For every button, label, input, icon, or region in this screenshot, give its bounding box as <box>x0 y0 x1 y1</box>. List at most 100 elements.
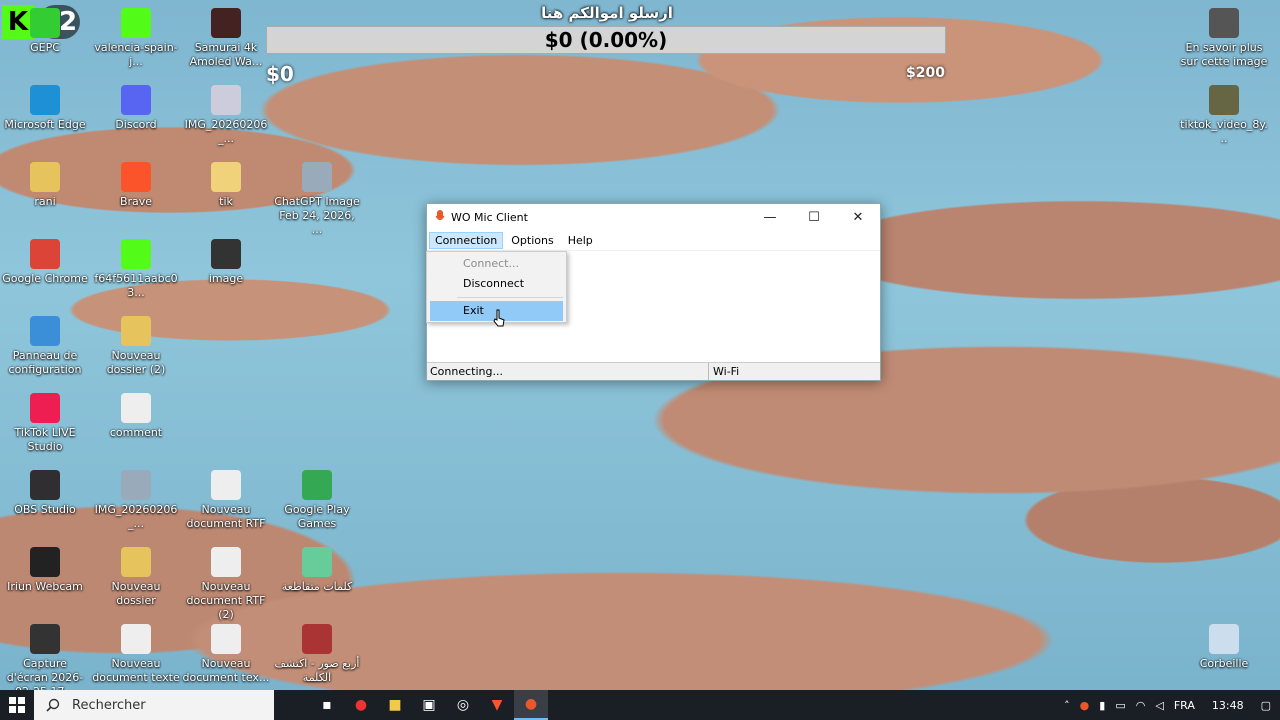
maximize-button[interactable]: ☐ <box>792 204 836 230</box>
taskbar-app-obs[interactable]: ◎ <box>446 690 480 720</box>
desktop-icon-capture[interactable]: Capture d'écran 2026-02-25 17... <box>1 624 89 690</box>
taskbar-app-tidal[interactable]: ▪ <box>310 690 344 720</box>
tray-wo-mic[interactable]: ● <box>1075 690 1095 720</box>
tray-overflow-button[interactable]: ˄ <box>1059 690 1075 720</box>
desktop-icon-rtf-2[interactable]: Nouveau document RTF (2) <box>182 547 270 622</box>
desktop-icon-new-text[interactable]: Nouveau document texte <box>92 624 180 685</box>
desktop-icon-obs[interactable]: OBS Studio <box>1 470 89 517</box>
taskbar-app-store[interactable]: ▣ <box>412 690 446 720</box>
desktop-icon-new-text-2[interactable]: Nouveau document tex... <box>182 624 270 685</box>
desktop-icon-samurai[interactable]: Samurai 4k Amoled Wa... <box>182 8 270 69</box>
kick-icon <box>121 8 151 38</box>
image-file-icon <box>30 624 60 654</box>
file-icon <box>30 162 60 192</box>
menu-connection[interactable]: Connection <box>429 231 504 249</box>
minimize-button[interactable]: — <box>748 204 792 230</box>
speaker-icon: ◁ <box>1155 698 1164 712</box>
desktop-icon-valencia[interactable]: valencia-spain-j... <box>92 8 180 69</box>
desktop-icon-comment[interactable]: comment <box>92 393 180 440</box>
taskbar-app-chrome[interactable]: ● <box>344 690 378 720</box>
desktop-icon-f64f[interactable]: f64f5611aabc03... <box>92 239 180 300</box>
desktop-icon-tiktok-video[interactable]: tiktok_video_8y... <box>1180 85 1268 146</box>
goal-min-label: $0 <box>266 62 294 86</box>
chevron-up-icon: ˄ <box>1064 698 1070 712</box>
microphone-icon <box>435 210 445 221</box>
tray-language[interactable]: FRA <box>1169 690 1200 720</box>
close-button[interactable]: ✕ <box>836 204 880 230</box>
tray-mic[interactable]: ▮ <box>1094 690 1110 720</box>
image-file-icon <box>211 239 241 269</box>
tray-wifi[interactable]: ◠ <box>1131 690 1151 720</box>
discord-icon <box>121 85 151 115</box>
desktop-icon-rtf[interactable]: Nouveau document RTF <box>182 470 270 531</box>
notification-icon: ▢ <box>1260 698 1271 712</box>
mic-icon: ▮ <box>1099 698 1106 712</box>
tray-battery[interactable]: ▭ <box>1110 690 1130 720</box>
desktop-icon-recycle-bin[interactable]: Corbeille <box>1180 624 1268 671</box>
text-file-icon <box>211 624 241 654</box>
taskbar-app-explorer[interactable]: ■ <box>378 690 412 720</box>
desktop-icon-learn-more[interactable]: En savoir plus sur cette image <box>1180 8 1268 69</box>
desktop-icon-tiktok-live[interactable]: TikTok LIVE Studio <box>1 393 89 454</box>
goal-max-label: $200 <box>906 65 945 81</box>
play-games-icon <box>302 470 332 500</box>
obs-icon: ◎ <box>456 697 470 713</box>
text-file-icon <box>121 393 151 423</box>
taskbar-app-brave[interactable]: ▼ <box>480 690 514 720</box>
transport-status: Wi-Fi <box>713 365 740 378</box>
desktop-icon-new-folder[interactable]: Nouveau dossier <box>92 547 180 608</box>
desktop-icon-image[interactable]: image <box>182 239 270 286</box>
control-panel-icon <box>30 316 60 346</box>
desktop-icon-crosswords[interactable]: كلمات متقاطعة <box>273 547 361 594</box>
desktop-icon-control-panel[interactable]: Panneau de configuration <box>1 316 89 377</box>
obs-icon <box>30 470 60 500</box>
desktop-icon-brave[interactable]: Brave <box>92 162 180 209</box>
desktop-icon-new-folder-2[interactable]: Nouveau dossier (2) <box>92 316 180 377</box>
rtf-file-icon <box>211 547 241 577</box>
folder-icon <box>121 547 151 577</box>
text-file-icon <box>121 624 151 654</box>
tidal-icon: ▪ <box>322 697 332 713</box>
image-file-icon <box>211 8 241 38</box>
tray-clock[interactable]: 13:48 <box>1200 690 1256 720</box>
microphone-icon: ● <box>524 696 538 712</box>
game-icon <box>302 547 332 577</box>
desktop-icon-rani[interactable]: rani <box>1 162 89 209</box>
taskbar: Rechercher ▪ ● ■ ▣ ◎ ▼ ● ˄ ● ▮ ▭ ◠ ◁ FRA… <box>0 690 1280 720</box>
game-icon <box>302 624 332 654</box>
menu-item-disconnect[interactable]: Disconnect <box>430 274 563 294</box>
desktop-icon-img2[interactable]: IMG_20260206_... <box>92 470 180 531</box>
desktop-icon-img1[interactable]: IMG_20260206_... <box>182 85 270 146</box>
window-titlebar[interactable]: WO Mic Client — ☐ ✕ <box>427 204 880 230</box>
menu-help[interactable]: Help <box>562 232 599 249</box>
windows-logo-icon <box>9 697 25 713</box>
chrome-icon <box>30 239 60 269</box>
desktop-icon-chatgpt-image[interactable]: ChatGPT Image Feb 24, 2026, ... <box>273 162 361 237</box>
desktop-icon-tik[interactable]: tik <box>182 162 270 209</box>
menu-bar: Connection Options Help <box>427 230 880 250</box>
desktop-icon-iriun[interactable]: Iriun Webcam <box>1 547 89 594</box>
mouse-cursor-icon <box>493 309 505 327</box>
desktop-icon-discord[interactable]: Discord <box>92 85 180 132</box>
connection-status: Connecting... <box>427 363 709 380</box>
desktop-icon-four-pics[interactable]: أربع صور - اكتشف الكلمة <box>273 624 361 685</box>
edge-icon <box>30 85 60 115</box>
donation-goal-overlay: ارسلو اموالكم هنا $0 (0.00%) <box>266 4 948 54</box>
taskbar-search[interactable]: Rechercher <box>34 690 274 720</box>
desktop-icon-play-games[interactable]: Google Play Games <box>273 470 361 531</box>
search-placeholder: Rechercher <box>72 697 146 713</box>
video-file-icon <box>1209 85 1239 115</box>
menu-item-connect[interactable]: Connect... <box>430 254 563 274</box>
taskbar-app-wo-mic[interactable]: ● <box>514 690 548 720</box>
desktop-icon-chrome[interactable]: Google Chrome <box>1 239 89 286</box>
brave-icon: ▼ <box>491 697 503 713</box>
donation-title: ارسلو اموالكم هنا <box>541 4 673 22</box>
start-button[interactable] <box>0 690 34 720</box>
desktop-icon-gepc[interactable]: GEPC <box>1 8 89 55</box>
webcam-icon <box>30 547 60 577</box>
notification-center-button[interactable]: ▢ <box>1256 690 1276 720</box>
desktop-icon-edge[interactable]: Microsoft Edge <box>1 85 89 132</box>
menu-options[interactable]: Options <box>505 232 559 249</box>
tray-volume[interactable]: ◁ <box>1150 690 1168 720</box>
chrome-icon: ● <box>354 697 368 713</box>
